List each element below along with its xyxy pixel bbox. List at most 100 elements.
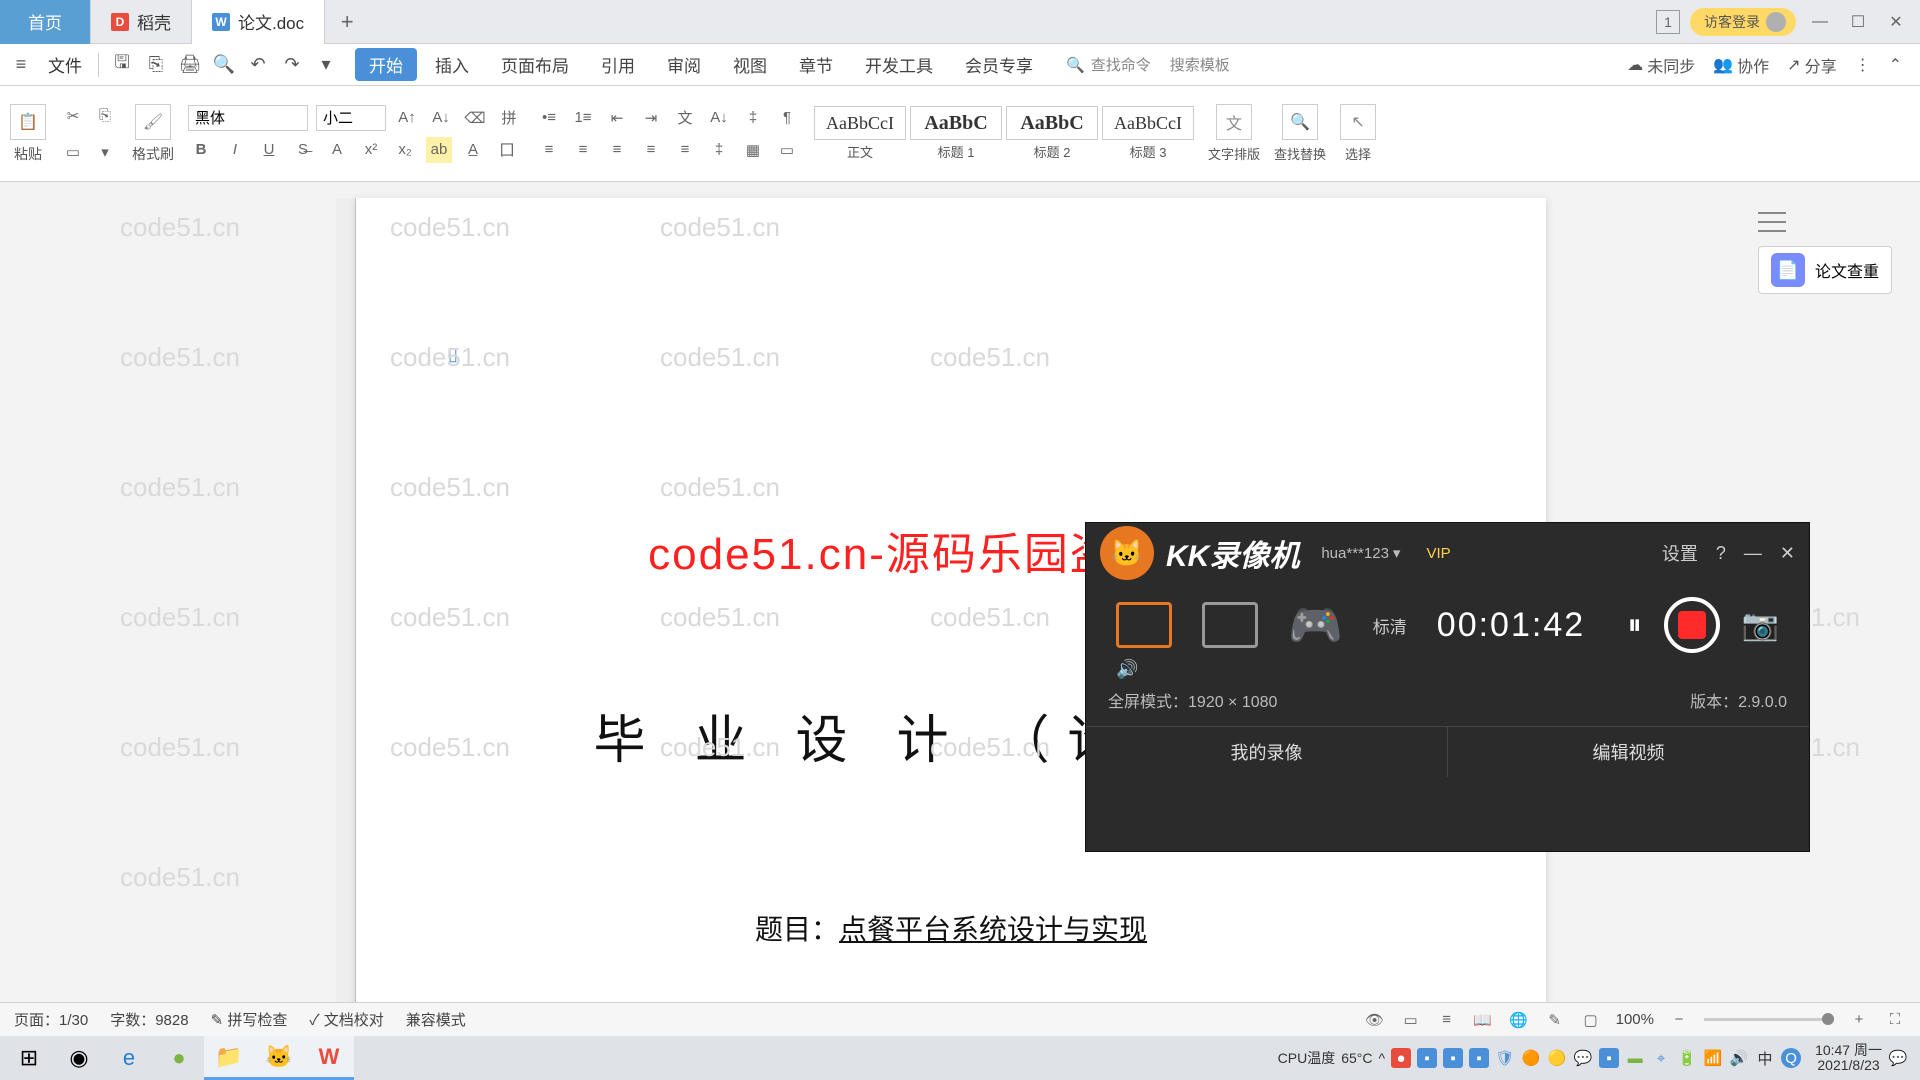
tray-icon-5[interactable]: 🛡 (1495, 1048, 1515, 1068)
superscript-icon[interactable]: x² (358, 137, 384, 163)
spell-check[interactable]: ✎ 拼写检查 (211, 1009, 288, 1030)
battery-icon[interactable]: 🔋 (1677, 1048, 1697, 1068)
wifi-icon[interactable]: 📶 (1703, 1048, 1723, 1068)
fullscreen-icon[interactable]: ⛶ (1884, 1009, 1906, 1031)
align-center-icon[interactable]: ≡ (570, 137, 596, 163)
zoom-slider[interactable] (1704, 1018, 1834, 1021)
tray-icon-9[interactable]: ▪ (1599, 1048, 1619, 1068)
style-heading2[interactable]: AaBbC (1006, 106, 1098, 140)
preview-icon[interactable]: 🔍 (209, 50, 239, 80)
text-dir-icon[interactable]: 文 (672, 105, 698, 131)
print-icon[interactable]: 🖨 (175, 50, 205, 80)
shading-icon[interactable]: ▦ (740, 137, 766, 163)
phonetic-icon[interactable]: 拼 (496, 105, 522, 131)
tab-document[interactable]: W论文.doc (192, 0, 325, 44)
tray-up-icon[interactable]: ^ (1378, 1050, 1385, 1066)
new-tab-button[interactable]: + (325, 9, 369, 35)
sort-icon[interactable]: A↓ (706, 105, 732, 131)
select-group[interactable]: ↖ 选择 (1340, 104, 1376, 163)
spacing-icon[interactable]: ‡ (706, 137, 732, 163)
subscript-icon[interactable]: x₂ (392, 137, 418, 163)
eye-icon[interactable]: 👁 (1364, 1009, 1386, 1031)
outdent-icon[interactable]: ⇤ (604, 105, 630, 131)
outline-view-icon[interactable]: ≡ (1436, 1009, 1458, 1031)
strike-button[interactable]: S̶ (290, 137, 316, 163)
template-search[interactable]: 搜索模板 (1170, 54, 1230, 75)
redo-icon[interactable]: ↷ (277, 50, 307, 80)
align-dist-icon[interactable]: ≡ (672, 137, 698, 163)
recorder-close-icon[interactable]: ✕ (1780, 543, 1795, 564)
volume-icon[interactable]: 🔊 (1729, 1048, 1749, 1068)
find-replace-group[interactable]: 🔍 查找替换 (1274, 104, 1326, 163)
command-search[interactable]: 🔍查找命令 (1066, 54, 1151, 75)
text-tools-group[interactable]: 文 文字排版 (1208, 104, 1260, 163)
menu-tab-chapter[interactable]: 章节 (785, 48, 847, 81)
italic-button[interactable]: I (222, 137, 248, 163)
tray-icon-7[interactable]: 🟡 (1547, 1048, 1567, 1068)
fullscreen-mode-button[interactable] (1116, 602, 1172, 648)
numbering-icon[interactable]: 1≡ (570, 105, 596, 131)
recorder-taskbar-icon[interactable]: 🐱 (254, 1036, 304, 1080)
maximize-button[interactable]: ☐ (1844, 8, 1872, 36)
font-size-select[interactable]: 小二 (316, 105, 386, 131)
tab-daoqiao[interactable]: D稻壳 (91, 0, 192, 44)
audio-icon[interactable]: 🔊 (1086, 659, 1809, 680)
font-color-icon[interactable]: A (324, 137, 350, 163)
fit-icon[interactable]: ▢ (1580, 1009, 1602, 1031)
style-heading1[interactable]: AaBbC (910, 106, 1002, 140)
minimize-button[interactable]: — (1806, 8, 1834, 36)
page-indicator[interactable]: 页面：1/30 (14, 1009, 88, 1030)
highlight-icon[interactable]: ab (426, 137, 452, 163)
cut-icon[interactable]: ✂ (60, 103, 86, 129)
bold-button[interactable]: B (188, 137, 214, 163)
indent-icon[interactable]: ⇥ (638, 105, 664, 131)
plagiarism-check-button[interactable]: 📄 论文查重 (1758, 246, 1892, 294)
zoom-out-icon[interactable]: − (1668, 1009, 1690, 1031)
bullets-icon[interactable]: •≡ (536, 105, 562, 131)
ime-indicator[interactable]: 中 (1755, 1048, 1775, 1068)
tray-icon-10[interactable]: ▬ (1625, 1048, 1645, 1068)
pen-icon[interactable]: ✎ (1544, 1009, 1566, 1031)
tray-icon-2[interactable]: ▪ (1417, 1048, 1437, 1068)
quality-label[interactable]: 标清 (1373, 613, 1407, 638)
wps-taskbar-icon[interactable]: W (304, 1036, 354, 1080)
side-menu-icon[interactable] (1758, 212, 1786, 232)
menu-tab-member[interactable]: 会员专享 (951, 48, 1047, 81)
recorder-settings[interactable]: 设置 (1662, 540, 1698, 566)
clear-format-icon[interactable]: ⌫ (462, 105, 488, 131)
text-fill-icon[interactable]: A̲ (460, 137, 486, 163)
record-button[interactable] (1664, 597, 1720, 653)
align-right-icon[interactable]: ≡ (604, 137, 630, 163)
pause-button[interactable]: ⏸ (1628, 609, 1642, 642)
recorder-minimize-icon[interactable]: — (1744, 543, 1762, 564)
close-button[interactable]: ✕ (1882, 8, 1910, 36)
more-icon[interactable]: ⋮ (1855, 55, 1871, 75)
ie-icon[interactable]: e (104, 1036, 154, 1080)
collab-button[interactable]: 👥协作 (1713, 53, 1769, 77)
game-mode-icon[interactable]: 🎮 (1288, 599, 1343, 651)
taskbar-app-1[interactable]: ◉ (54, 1036, 104, 1080)
window-mode-button[interactable] (1202, 602, 1258, 648)
paste-opt-icon[interactable]: ▾ (92, 139, 118, 165)
start-button[interactable]: ⊞ (4, 1036, 54, 1080)
edit-video-button[interactable]: 编辑视频 (1448, 727, 1809, 777)
doc-proof[interactable]: ✓ 文档校对 (309, 1009, 383, 1030)
read-view-icon[interactable]: 📖 (1472, 1009, 1494, 1031)
tray-icon-q[interactable]: Q (1781, 1048, 1801, 1068)
shrink-font-icon[interactable]: A↓ (428, 105, 454, 131)
dropdown-icon[interactable]: ▾ (311, 50, 341, 80)
tray-icon-6[interactable]: 🟠 (1521, 1048, 1541, 1068)
screenshot-button[interactable]: 📷 (1742, 608, 1779, 643)
share-button[interactable]: ↗分享 (1787, 53, 1836, 77)
tab-home[interactable]: 首页 (0, 0, 91, 44)
zoom-value[interactable]: 100% (1616, 1011, 1654, 1028)
char-border-icon[interactable]: 囗 (494, 137, 520, 163)
tray-icon-1[interactable]: ● (1391, 1048, 1411, 1068)
notifications-icon[interactable]: 💬 (1888, 1048, 1908, 1068)
grow-font-icon[interactable]: A↑ (394, 105, 420, 131)
menu-tab-review[interactable]: 审阅 (653, 48, 715, 81)
menu-tab-refs[interactable]: 引用 (587, 48, 649, 81)
underline-button[interactable]: U (256, 137, 282, 163)
undo-icon[interactable]: ↶ (243, 50, 273, 80)
font-name-select[interactable]: 黑体 (188, 105, 308, 131)
